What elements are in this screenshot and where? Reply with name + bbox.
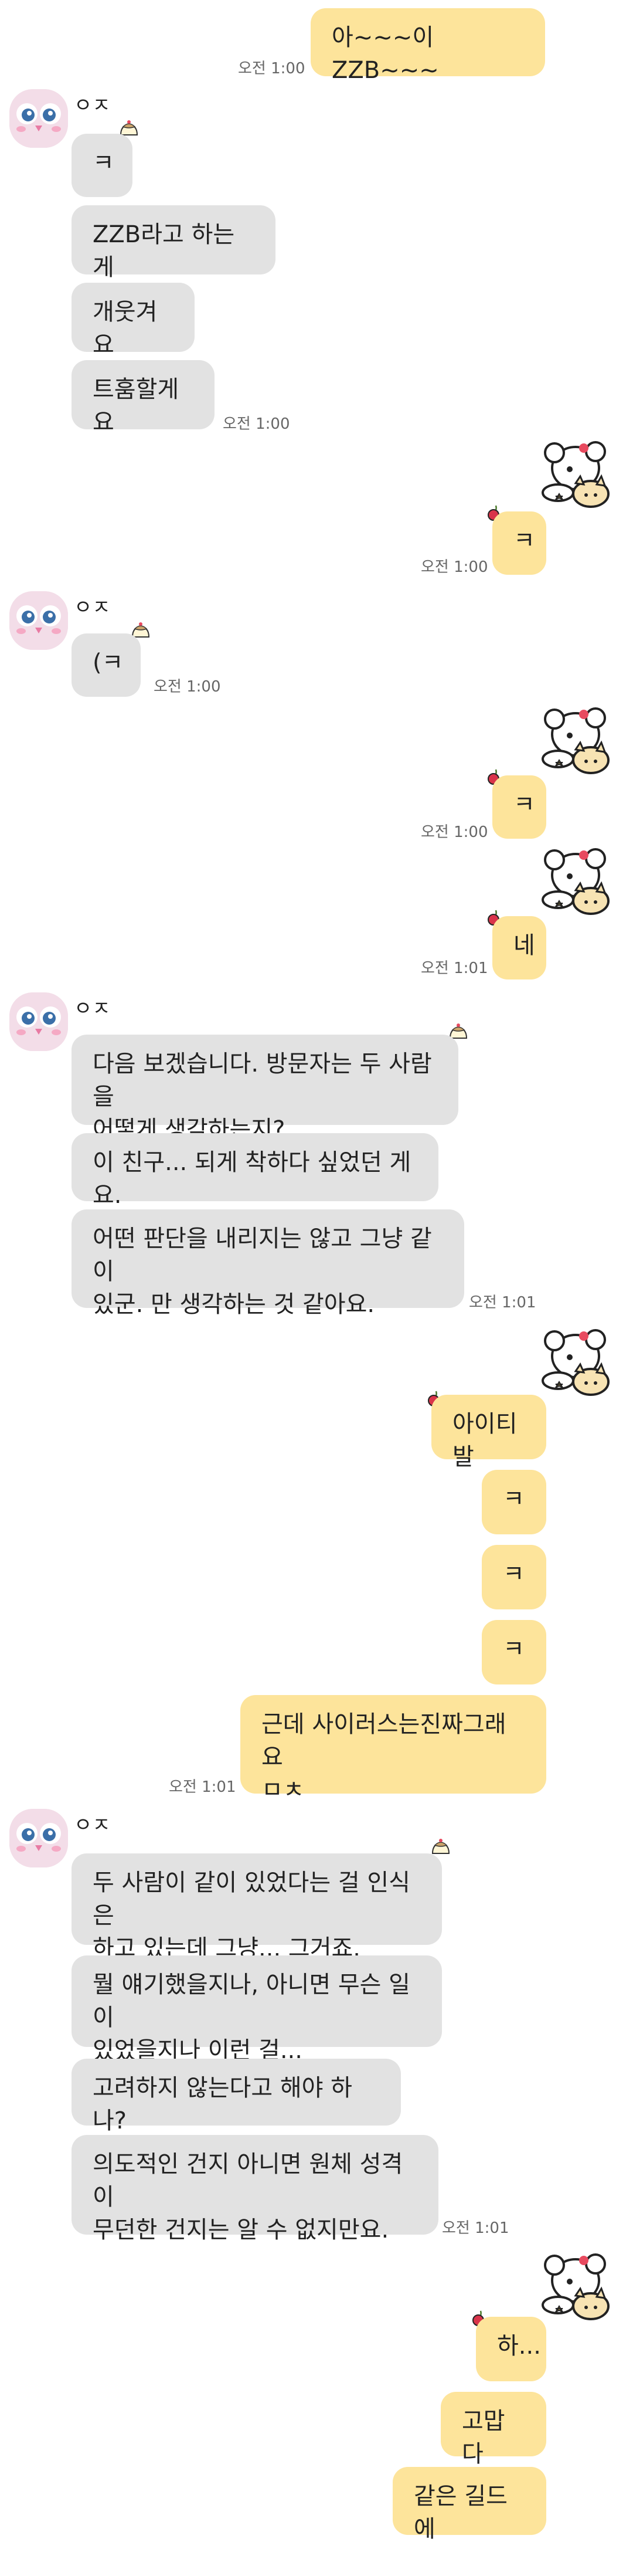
avatar[interactable] xyxy=(9,591,68,650)
white-bear-and-cat-sticker-icon xyxy=(542,2253,610,2320)
white-bear-and-cat-sticker-icon xyxy=(542,441,610,508)
my-message-bubble[interactable]: 아~~~이 ZZB~~~ xyxy=(311,8,545,84)
cream-pudding-icon xyxy=(432,1838,450,1854)
pink-owl-avatar-icon xyxy=(9,591,68,650)
my-message-bubble[interactable]: 하... xyxy=(476,2317,546,2381)
message-timestamp: 오전 1:00 xyxy=(421,823,488,841)
sender-name: ㅇㅈ xyxy=(74,1814,111,1837)
avatar[interactable] xyxy=(9,89,68,148)
other-message-bubble[interactable]: 개웃겨요 xyxy=(72,283,195,358)
message-timestamp: 오전 1:01 xyxy=(469,1294,536,1311)
other-message-bubble[interactable]: 의도적인 건지 아니면 원체 성격이 무던한 건지는 알 수 없지만요. xyxy=(72,2135,438,2243)
other-message-bubble[interactable]: (ㅋ xyxy=(72,633,141,697)
sender-name: ㅇㅈ xyxy=(74,997,111,1021)
my-message-bubble[interactable]: ㅋ xyxy=(482,1620,546,1684)
other-message-bubble[interactable]: 이 친구... 되게 착하다 싶었던 게요. xyxy=(72,1133,438,1209)
other-message-bubble[interactable]: 고려하지 않는다고 해야 하나? xyxy=(72,2059,401,2134)
my-message-bubble[interactable]: ㅋ xyxy=(492,511,546,575)
my-message-bubble[interactable]: ㅋ xyxy=(492,775,546,839)
pink-owl-avatar-icon xyxy=(9,1809,68,1867)
my-message-bubble[interactable]: ㅋ xyxy=(482,1470,546,1534)
message-timestamp: 오전 1:00 xyxy=(223,415,290,433)
message-timestamp: 오전 1:01 xyxy=(442,2219,509,2237)
my-message-bubble[interactable]: 근데 사이러스는진짜그래요 ㅁㅊ xyxy=(240,1695,546,1804)
my-message-bubble[interactable]: 같은 길드에 xyxy=(393,2467,546,2543)
other-message-bubble[interactable]: ㅋ xyxy=(72,134,132,197)
my-message-bubble[interactable]: 고맙다 xyxy=(441,2392,546,2467)
message-timestamp: 오전 1:00 xyxy=(154,678,221,696)
avatar[interactable] xyxy=(9,1809,68,1867)
other-message-bubble[interactable]: 두 사람이 같이 있었다는 걸 인식은 하고 있는데 그냥... 그거죠. xyxy=(72,1853,442,1962)
white-bear-and-cat-sticker-icon xyxy=(542,707,610,774)
message-timestamp: 오전 1:01 xyxy=(169,1778,236,1796)
my-message-bubble[interactable]: 아이티발 xyxy=(431,1395,546,1470)
pink-owl-avatar-icon xyxy=(9,89,68,148)
other-message-bubble[interactable]: 다음 보겠습니다. 방문자는 두 사람을 어떻게 생각하는지? xyxy=(72,1035,458,1143)
my-message-bubble[interactable]: ㅋ xyxy=(482,1545,546,1609)
white-bear-and-cat-sticker-icon xyxy=(542,848,610,915)
white-bear-and-cat-sticker-icon xyxy=(542,1329,610,1396)
sender-name: ㅇㅈ xyxy=(74,94,111,117)
my-message-bubble[interactable]: 네 xyxy=(492,916,546,979)
other-message-bubble[interactable]: 뭘 얘기했을지나, 아니면 무슨 일이 있었을지나 이런 걸... xyxy=(72,1955,442,2064)
message-timestamp: 오전 1:00 xyxy=(421,558,488,576)
other-message-bubble[interactable]: 어떤 판단을 내리지는 않고 그냥 같이 있군. 만 생각하는 것 같아요. xyxy=(72,1209,464,1318)
message-timestamp: 오전 1:00 xyxy=(238,60,305,77)
message-timestamp: 오전 1:01 xyxy=(421,960,488,977)
sender-name: ㅇㅈ xyxy=(74,596,111,619)
other-message-bubble[interactable]: 트훔할게요 xyxy=(72,360,215,436)
pink-owl-avatar-icon xyxy=(9,992,68,1051)
other-message-bubble[interactable]: ZZB라고 하는 게 xyxy=(72,205,275,281)
avatar[interactable] xyxy=(9,992,68,1051)
